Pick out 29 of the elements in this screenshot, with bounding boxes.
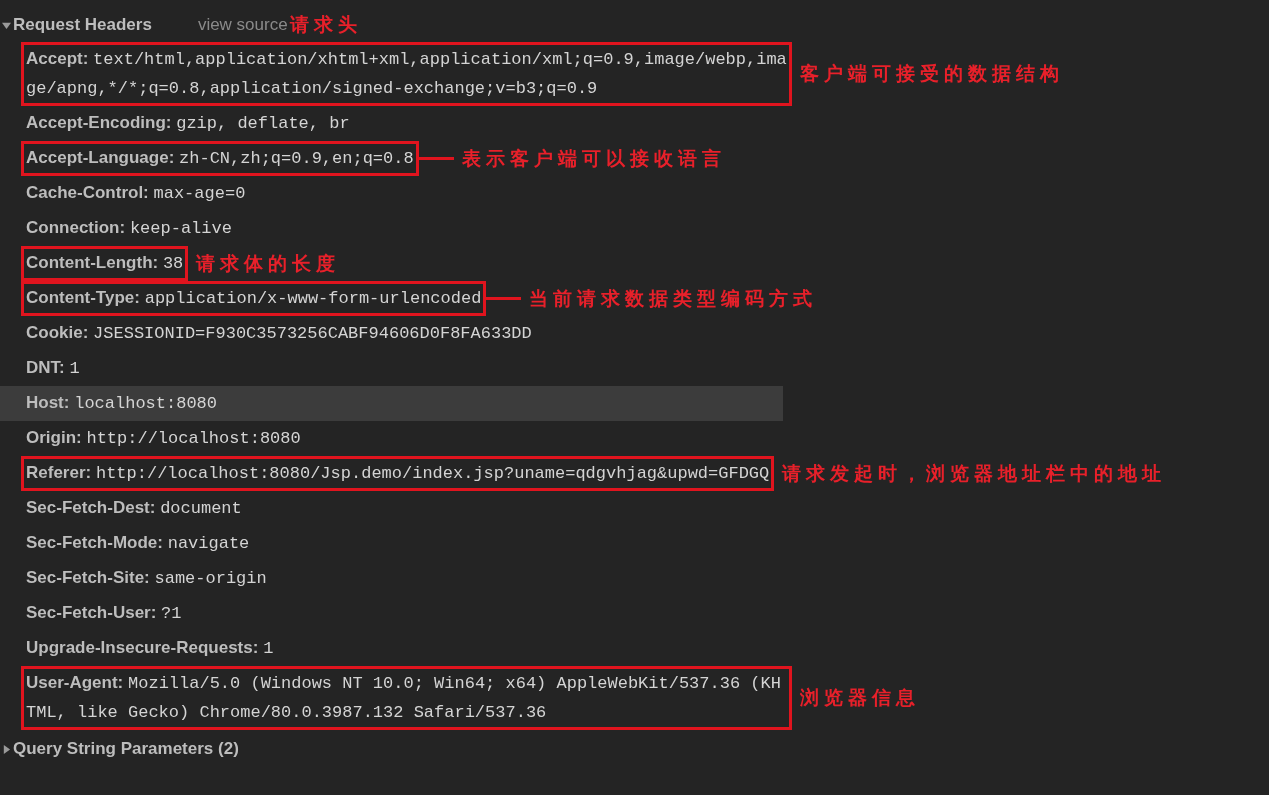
section-title[interactable]: Request Headers [13,15,152,35]
header-row-text: Origin: http://localhost:8080 [25,427,302,450]
section-title[interactable]: Query String Parameters (2) [13,739,239,759]
view-source-link[interactable]: view source [197,15,288,35]
annotation-text: 浏览器信息 [800,685,920,710]
header-row-text: Sec-Fetch-User: ?1 [25,602,183,625]
highlighted-header-box: Content-Type: application/x-www-form-urlencoded [21,281,487,316]
highlighted-header-box: User-Agent: Mozilla/5.0 (Windows NT 10.0; Win64; x64) AppleWebKit/537.36 (KHTML, like Gecko) Chrome/80.0.3987.132 Safari/537.36 [21,666,792,730]
annotation-text: 请求发起时，浏览器地址栏中的地址 [782,460,1167,486]
annotation-text: 当前请求数据类型编码方式 [529,285,818,311]
header-row-text: Accept-Encoding: gzip, deflate, br [25,112,351,135]
highlighted-header-box: Content-Length: 38 [21,246,189,281]
annotation-text: 请求头 [289,12,362,37]
selected-header-row: Host: localhost:8080 [0,386,783,421]
expanded-triangle-icon[interactable] [2,20,11,30]
highlighted-header-box: Accept-Language: zh-CN,zh;q=0.9,en;q=0.8 [21,141,419,176]
header-row-text: Sec-Fetch-Mode: navigate [25,532,251,555]
header-row-text: Upgrade-Insecure-Requests: 1 [25,637,275,660]
header-row-text: Cache-Control: max-age=0 [25,182,247,205]
annotation-text: 请求体的长度 [196,250,341,276]
collapsed-triangle-icon[interactable] [2,744,11,754]
header-row-text: Cookie: JSESSIONID=F930C3573256CABF94606D0F8FA633DD [25,322,533,345]
highlighted-header-box: Referer: http://localhost:8080/Jsp.demo/index.jsp?uname=qdgvhjag&upwd=GFDGQ [21,456,775,491]
header-row-text: DNT: 1 [25,357,81,380]
annotation-text: 客户端可接受的数据结构 [800,61,1064,86]
annotation-text: 表示客户端可以接收语言 [461,145,726,171]
header-row-text: Sec-Fetch-Dest: document [25,497,243,520]
header-row-text: Sec-Fetch-Site: same-origin [25,567,268,590]
header-row-text: Connection: keep-alive [25,217,233,240]
